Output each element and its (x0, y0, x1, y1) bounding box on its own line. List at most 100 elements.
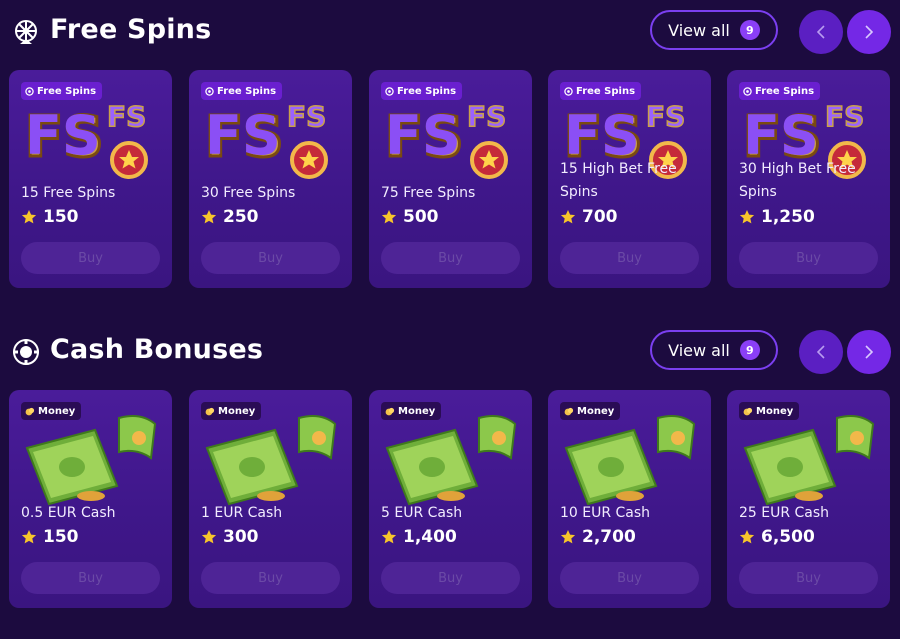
section-title: Cash Bonuses (50, 334, 264, 365)
buy-button[interactable]: Buy (560, 242, 699, 274)
coins-icon (25, 407, 35, 415)
card-title: 10 EUR Cash (560, 505, 651, 521)
coins-icon (743, 407, 753, 415)
price: 700 (560, 207, 618, 227)
price: 6,500 (739, 527, 815, 547)
buy-button[interactable]: Buy (739, 242, 878, 274)
svg-text:FS: FS (467, 100, 506, 133)
view-all-label: View all (668, 20, 730, 40)
star-icon (560, 530, 576, 544)
price: 500 (381, 207, 439, 227)
star-icon (381, 530, 397, 544)
product-card[interactable]: Money 10 EUR Cash 2,700 Buy (548, 390, 711, 608)
svg-text:FS: FS (287, 100, 326, 133)
card-title: 75 Free Spins (381, 185, 476, 201)
count-badge: 9 (739, 340, 760, 360)
price-value: 2,700 (582, 527, 636, 547)
tag-label: Free Spins (397, 85, 457, 97)
card-title: 5 EUR Cash (381, 505, 463, 521)
free-spins-tag: Free Spins (381, 82, 463, 100)
card-row: Money 0.5 EUR Cash 150 Buy Money 1 EUR C… (0, 390, 900, 608)
price-value: 250 (223, 207, 259, 227)
view-all-button[interactable]: View all 9 (650, 10, 778, 50)
price-value: 700 (582, 207, 618, 227)
price-value: 300 (223, 527, 259, 547)
money-tag: Money (739, 402, 800, 420)
tag-label: Money (218, 405, 256, 417)
tag-label: Money (756, 405, 794, 417)
buy-button[interactable]: Buy (201, 562, 340, 594)
cash-stack-illustration (564, 415, 696, 506)
tag-label: Money (398, 405, 436, 417)
card-row: FS FS FS Free Spins 15 Free Spins 150 Bu… (0, 70, 900, 288)
card-title: 1 EUR Cash (201, 505, 283, 521)
free-spins-tag: Free Spins (739, 82, 821, 100)
product-card[interactable]: FS FS FS Free Spins 15 High Bet Free Spi… (548, 70, 711, 288)
coins-icon (385, 407, 395, 415)
svg-text:FS: FS (107, 100, 146, 133)
tag-label: Money (577, 405, 615, 417)
count-badge: 9 (739, 20, 760, 40)
chevron-right-icon (865, 345, 874, 359)
price-value: 6,500 (761, 527, 815, 547)
next-button[interactable] (847, 330, 891, 374)
coins-icon (205, 407, 215, 415)
cash-stack-illustration (743, 415, 875, 506)
buy-button[interactable]: Buy (381, 562, 520, 594)
product-card[interactable]: Money 1 EUR Cash 300 Buy (189, 390, 352, 608)
wheel-icon (564, 86, 573, 96)
cash-bonuses-section: Cash Bonuses View all 9 Money 0.5 EUR Ca… (0, 320, 900, 608)
price-value: 1,400 (403, 527, 457, 547)
star-icon (560, 210, 576, 224)
free-spins-illustration: FS FS FS (204, 99, 328, 179)
product-card[interactable]: FS FS FS Free Spins 30 High Bet Free Spi… (727, 70, 890, 288)
view-all-button[interactable]: View all 9 (650, 330, 778, 370)
product-card[interactable]: Money 25 EUR Cash 6,500 Buy (727, 390, 890, 608)
product-card[interactable]: FS FS FS Free Spins 75 Free Spins 500 Bu… (369, 70, 532, 288)
price-value: 500 (403, 207, 439, 227)
free-spins-illustration: FS FS FS (384, 99, 508, 179)
buy-button[interactable]: Buy (21, 242, 160, 274)
svg-text:FS: FS (385, 104, 461, 167)
money-tag: Money (21, 402, 82, 420)
card-title: 15 Free Spins (21, 185, 116, 201)
price-value: 150 (43, 527, 79, 547)
product-card[interactable]: Money 5 EUR Cash 1,400 Buy (369, 390, 532, 608)
section-title: Free Spins (50, 14, 212, 45)
section-header: Cash Bonuses View all 9 (0, 320, 900, 384)
product-card[interactable]: Money 0.5 EUR Cash 150 Buy (9, 390, 172, 608)
previous-button[interactable] (799, 330, 843, 374)
money-tag: Money (201, 402, 262, 420)
money-tag: Money (381, 402, 442, 420)
star-icon (21, 530, 37, 544)
wheel-icon (15, 20, 37, 44)
buy-button[interactable]: Buy (739, 562, 878, 594)
casino-chip-icon (13, 339, 39, 365)
price: 2,700 (560, 527, 636, 547)
product-card[interactable]: FS FS FS Free Spins 30 Free Spins 250 Bu… (189, 70, 352, 288)
money-tag: Money (560, 402, 621, 420)
tag-label: Free Spins (37, 85, 97, 97)
price: 150 (21, 207, 79, 227)
tag-label: Free Spins (755, 85, 815, 97)
svg-text:FS: FS (25, 104, 101, 167)
buy-button[interactable]: Buy (560, 562, 699, 594)
buy-button[interactable]: Buy (21, 562, 160, 594)
price-value: 150 (43, 207, 79, 227)
buy-button[interactable]: Buy (381, 242, 520, 274)
wheel-icon (205, 86, 214, 96)
wheel-icon (743, 86, 752, 96)
svg-text:FS: FS (646, 100, 685, 133)
star-icon (739, 530, 755, 544)
star-icon (21, 210, 37, 224)
price: 1,250 (739, 207, 815, 227)
star-icon (201, 210, 217, 224)
previous-button[interactable] (799, 10, 843, 54)
buy-button[interactable]: Buy (201, 242, 340, 274)
section-header: Free Spins View all 9 (0, 0, 900, 64)
star-icon (381, 210, 397, 224)
star-icon (739, 210, 755, 224)
free-spins-section: Free Spins View all 9 FS FS FS Free Spin… (0, 0, 900, 288)
next-button[interactable] (847, 10, 891, 54)
product-card[interactable]: FS FS FS Free Spins 15 Free Spins 150 Bu… (9, 70, 172, 288)
